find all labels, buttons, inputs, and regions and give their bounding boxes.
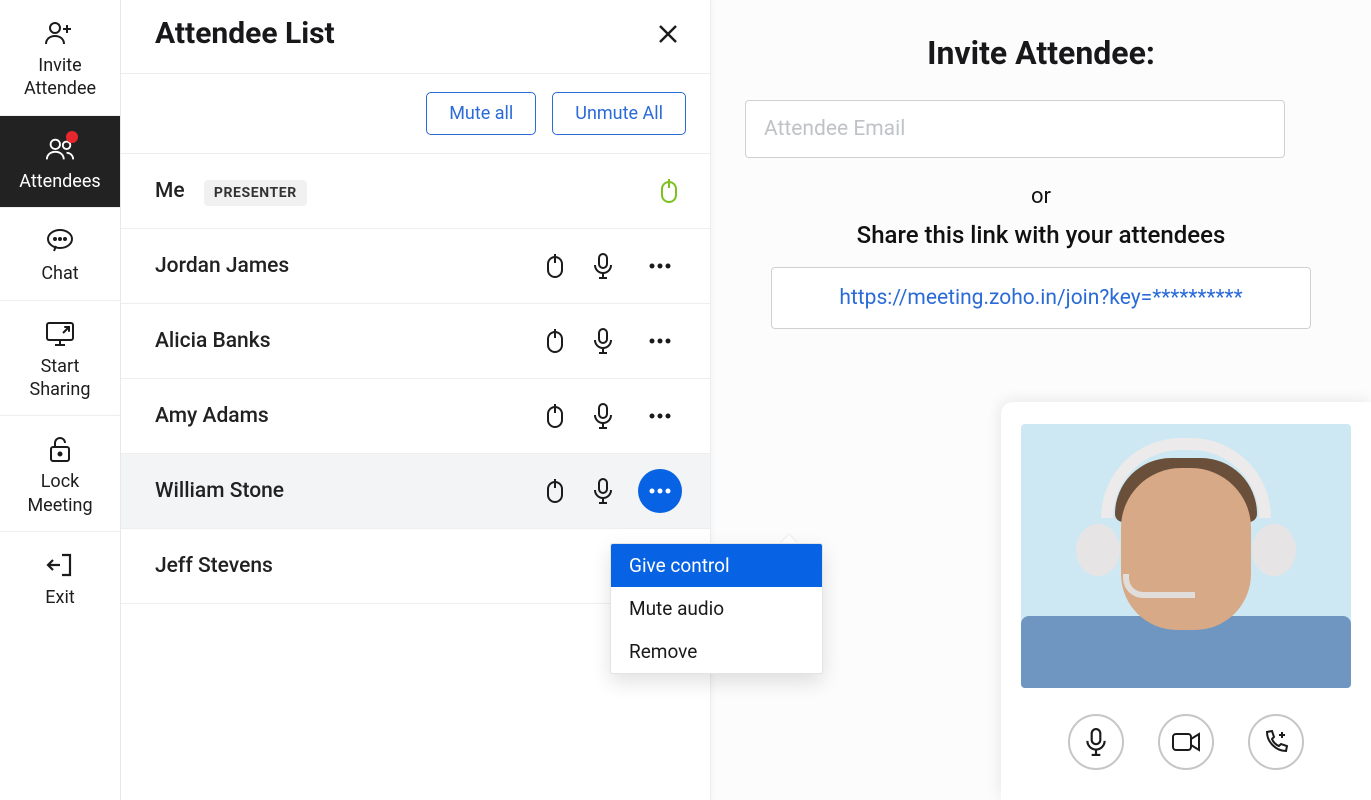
sidebar-item-start-sharing[interactable]: Start Sharing (0, 301, 120, 417)
mouse-icon[interactable] (542, 328, 568, 354)
attendee-name: William Stone (155, 479, 542, 503)
more-options-button[interactable] (638, 244, 682, 288)
video-feed (1021, 424, 1351, 688)
sidebar-item-label: Lock Meeting (27, 470, 92, 517)
sidebar-item-invite-attendee[interactable]: Invite Attendee (0, 0, 120, 116)
attendee-email-input[interactable] (745, 100, 1285, 158)
mouse-icon[interactable] (656, 178, 682, 204)
notification-dot-icon (66, 131, 78, 143)
person-avatar-icon (1021, 424, 1351, 688)
share-link-label: Share this link with your attendees (745, 221, 1337, 249)
mic-icon[interactable] (590, 253, 616, 279)
meeting-link-box[interactable]: https://meeting.zoho.in/join?key=*******… (771, 267, 1311, 329)
sidebar: Invite Attendee Attendees Chat Start Sha… (0, 0, 121, 800)
mute-all-button[interactable]: Mute all (426, 92, 536, 135)
sidebar-item-label: Attendees (19, 170, 100, 193)
exit-icon (45, 550, 75, 580)
invite-title: Invite Attendee: (745, 34, 1337, 72)
panel-header: Attendee List (121, 0, 710, 74)
more-options-button[interactable] (638, 319, 682, 363)
panel-actions: Mute all Unmute All (121, 74, 710, 154)
attendee-name: Alicia Banks (155, 329, 542, 353)
close-icon[interactable] (654, 20, 682, 48)
user-plus-icon (45, 18, 75, 48)
sidebar-item-lock-meeting[interactable]: Lock Meeting (0, 416, 120, 532)
attendee-row: Alicia Banks (121, 304, 710, 379)
attendee-row: William Stone (121, 454, 710, 529)
lock-open-icon (45, 434, 75, 464)
screen-share-icon (45, 319, 75, 349)
mic-icon[interactable] (590, 478, 616, 504)
mic-icon[interactable] (590, 403, 616, 429)
more-options-button[interactable] (638, 469, 682, 513)
sidebar-item-label: Invite Attendee (24, 54, 96, 101)
panel-title: Attendee List (155, 16, 335, 51)
attendee-row: Jordan James (121, 229, 710, 304)
sidebar-item-attendees[interactable]: Attendees (0, 116, 120, 208)
attendee-name: Amy Adams (155, 404, 542, 428)
mouse-icon[interactable] (542, 478, 568, 504)
users-icon (45, 134, 75, 164)
attendee-name: Jeff Stevens (155, 554, 682, 578)
sidebar-item-label: Chat (41, 262, 78, 285)
attendee-name-text: Me (155, 179, 185, 203)
camera-toggle-button[interactable] (1158, 714, 1214, 770)
video-controls (1019, 714, 1353, 770)
add-call-button[interactable] (1248, 714, 1304, 770)
mouse-icon[interactable] (542, 253, 568, 279)
mouse-icon[interactable] (542, 403, 568, 429)
mic-icon[interactable] (590, 328, 616, 354)
attendee-panel: Attendee List Mute all Unmute All Me PRE… (121, 0, 711, 800)
attendee-name: Jordan James (155, 254, 542, 278)
sidebar-item-exit[interactable]: Exit (0, 532, 120, 623)
presenter-badge: PRESENTER (204, 180, 307, 206)
invite-panel: Invite Attendee: or Share this link with… (711, 0, 1371, 800)
or-separator-text: or (745, 184, 1337, 209)
sidebar-item-chat[interactable]: Chat (0, 208, 120, 300)
unmute-all-button[interactable]: Unmute All (552, 92, 686, 135)
attendee-row-me: Me PRESENTER (121, 154, 710, 229)
attendee-row: Amy Adams (121, 379, 710, 454)
video-thumbnail-card (1001, 402, 1371, 800)
mic-toggle-button[interactable] (1068, 714, 1124, 770)
chat-icon (45, 226, 75, 256)
sidebar-item-label: Start Sharing (30, 355, 91, 402)
attendee-list: Me PRESENTER Jordan James Alicia Banks (121, 154, 710, 800)
attendee-name: Me PRESENTER (155, 179, 656, 203)
more-options-button[interactable] (638, 394, 682, 438)
sidebar-item-label: Exit (45, 586, 74, 609)
